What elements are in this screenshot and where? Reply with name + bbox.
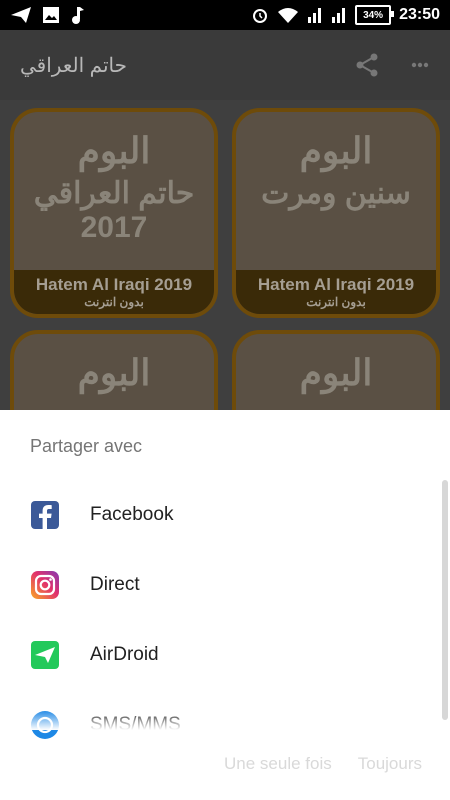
album-tile-line1: البوم bbox=[299, 130, 373, 171]
signal-icon bbox=[332, 8, 346, 23]
alarm-icon bbox=[253, 9, 268, 23]
scrollbar[interactable] bbox=[442, 480, 448, 720]
battery-indicator: 34% bbox=[355, 5, 395, 25]
album-tile[interactable]: البوم bbox=[232, 330, 440, 410]
airdroid-icon bbox=[31, 641, 59, 669]
share-target-label: AirDroid bbox=[90, 644, 159, 665]
album-tile[interactable]: البوم bbox=[10, 330, 218, 410]
list-fade bbox=[0, 710, 450, 730]
share-target-airdroid[interactable]: AirDroid bbox=[0, 620, 440, 690]
instagram-icon bbox=[31, 571, 59, 599]
album-tile-line3: 2017 bbox=[80, 211, 148, 244]
app-title: حاتم العراقي bbox=[20, 54, 128, 77]
share-sheet: Partager avec Facebook Direct AirDroid S… bbox=[0, 410, 450, 800]
album-tile-line1: البوم bbox=[299, 352, 373, 393]
album-tile-band: Hatem Al Iraqi 2019 بدون انترنت bbox=[236, 270, 436, 314]
image-icon bbox=[43, 7, 59, 23]
status-bar-left bbox=[10, 6, 84, 24]
just-once-button[interactable]: Une seule fois bbox=[224, 754, 332, 774]
facebook-icon bbox=[31, 501, 59, 529]
share-target-direct[interactable]: Direct bbox=[0, 550, 440, 620]
share-icon[interactable] bbox=[354, 52, 380, 78]
album-tile-line1: البوم bbox=[77, 130, 151, 171]
sheet-actions: Une seule fois Toujours bbox=[224, 754, 422, 774]
app-bar: حاتم العراقي bbox=[0, 30, 450, 100]
always-button[interactable]: Toujours bbox=[358, 754, 422, 774]
album-tile-brand: Hatem Al Iraqi 2019 bbox=[35, 275, 193, 294]
album-tile-line1: البوم bbox=[77, 352, 151, 393]
album-tile[interactable]: البوم حاتم العراقي 2017 Hatem Al Iraqi 2… bbox=[10, 108, 218, 318]
share-target-label: Facebook bbox=[90, 504, 174, 525]
album-tile-line2: سنين ومرت bbox=[261, 177, 411, 210]
status-bar: 34% 23:50 bbox=[0, 0, 450, 30]
clock: 23:50 bbox=[399, 6, 440, 23]
album-tile-sub: بدون انترنت bbox=[306, 295, 366, 309]
share-target-facebook[interactable]: Facebook bbox=[0, 480, 440, 550]
album-tile-brand: Hatem Al Iraqi 2019 bbox=[257, 275, 415, 294]
album-tile-line2: حاتم العراقي bbox=[33, 177, 195, 210]
signal-icon bbox=[308, 8, 322, 23]
share-sheet-title: Partager avec bbox=[30, 436, 143, 456]
more-options-icon[interactable] bbox=[410, 52, 430, 78]
album-grid: البوم حاتم العراقي 2017 Hatem Al Iraqi 2… bbox=[0, 100, 450, 410]
album-tile[interactable]: البوم سنين ومرت Hatem Al Iraqi 2019 بدون… bbox=[232, 108, 440, 318]
share-target-label: Direct bbox=[90, 574, 140, 595]
music-note-icon bbox=[72, 7, 84, 24]
wifi-icon bbox=[278, 8, 299, 23]
send-icon bbox=[11, 7, 31, 23]
album-tile-sub: بدون انترنت bbox=[84, 295, 144, 309]
album-tile-band: Hatem Al Iraqi 2019 بدون انترنت bbox=[14, 270, 214, 314]
status-bar-right: 34% 23:50 bbox=[251, 5, 440, 25]
